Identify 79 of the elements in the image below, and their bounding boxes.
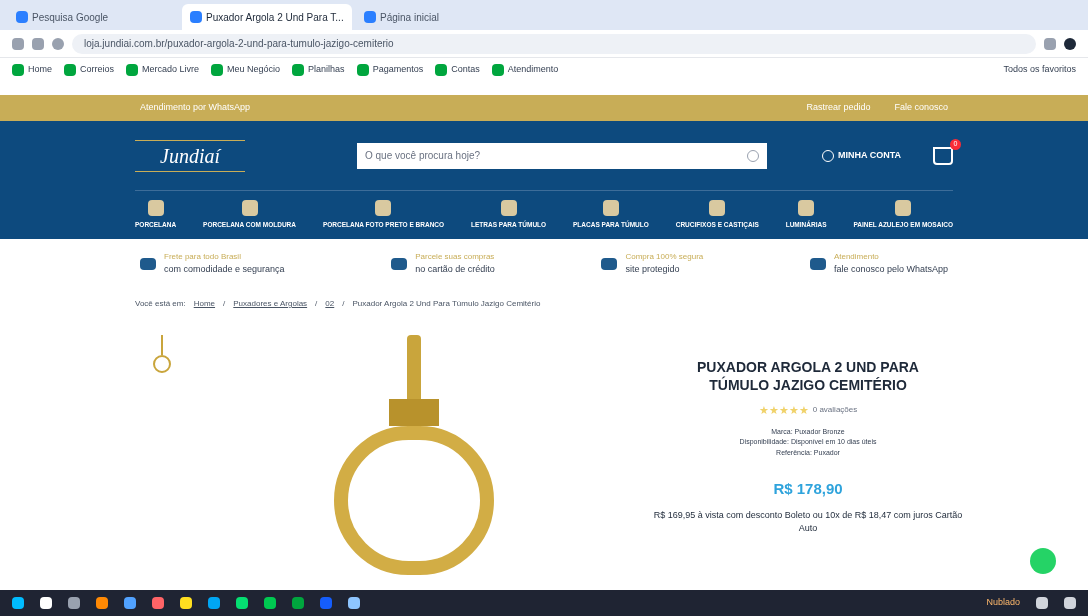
benefit-title: Parcele suas compras [415,251,495,264]
breadcrumb-prefix: Você está em: [135,298,186,310]
taskbar-app-icon [320,597,332,609]
other-bookmarks[interactable]: Todos os favoritos [1003,63,1076,77]
benefit-title: Atendimento [833,251,880,264]
taskbar-app-icon [236,597,248,609]
taskbar-app-icon [40,597,52,609]
whatsapp-button[interactable] [1030,548,1056,574]
breadcrumb-link[interactable]: Puxadores e Argolas [233,298,308,310]
bookmark[interactable]: Contas [435,63,480,77]
taskbar-app-icon [96,597,108,609]
bookmark-icon [292,64,305,76]
category-icon [709,200,726,217]
benefit-text: no cartão de crédito [415,263,495,277]
logo[interactable]: Jundiaí [135,139,245,172]
breadcrumb-current: Puxador Argola 2 Und Para Túmulo Jazigo Cemitério [352,298,541,310]
breadcrumb-separator: / [315,298,318,310]
benefit-text: fale conosco pelo WhatsApp [833,263,948,277]
taskbar-app-icon [152,597,164,609]
address-bar[interactable]: loja.jundiai.com.br/puxador-argola-2-und-para-tumulo-jazigo-cemiterio [72,33,1036,54]
breadcrumb-link[interactable]: 02 [325,298,335,310]
benefit-icon [809,258,826,270]
bookmark-icon [356,64,369,76]
network-icon [1036,597,1048,609]
category-icon [602,200,619,217]
taskbar-app-icon [68,597,80,609]
account-link[interactable]: MINHA CONTA [822,148,901,163]
benefit-text: site protegido [625,263,681,277]
page-icon [190,11,202,23]
taskbar-app-icon [348,597,360,609]
bookmark[interactable]: Atendimento [491,63,559,77]
bookmark-icon [435,64,448,76]
bookmark-icon [491,64,504,76]
page-icon [16,11,28,23]
product-title: PUXADOR ARGOLA 2 UND PARA TÚMULO JAZIGO CEMITÉRIO [696,359,920,394]
star-rating: ★★★★★ [758,403,809,418]
topbar-text: Atendimento por WhatsApp [140,101,251,115]
taskbar-app-icon [124,597,136,609]
breadcrumb-link[interactable]: Home [193,298,216,310]
breadcrumb-separator: / [223,298,226,310]
bookmark[interactable]: Pagamentos [356,63,424,77]
installments: R$ 169,95 à vista com desconto Boleto ou 10x de R$ 18,47 com juros Cartão Auto [652,508,964,535]
category-icon [241,200,258,217]
bookmark-icon [12,64,24,76]
taskbar-app-icon [264,597,276,609]
taskbar-app-icon [12,597,24,609]
bookmark[interactable]: Home [12,63,52,77]
bookmark[interactable]: Planilhas [292,63,345,77]
page-icon [364,11,376,23]
category-icon [147,200,164,217]
benefit-icon [391,258,408,270]
review-count: 0 avaliações [812,404,858,417]
bookmark[interactable]: Mercado Livre [126,63,200,77]
weather-text: Nublado [986,596,1020,610]
benefit-title: Frete para todo Brasil [164,251,242,264]
category-icon [895,200,912,217]
browser-tab[interactable]: Página inicial [356,4,526,30]
benefit-text: com comodidade e segurança [164,263,285,277]
bookmark-icon [211,64,224,76]
benefit-icon [140,258,156,270]
benefit-title: Compra 100% segura [625,251,704,264]
taskbar-app-icon [180,597,192,609]
browser-tab[interactable]: Puxador Argola 2 Und Para T... [182,4,352,30]
browser-tab[interactable]: Pesquisa Google [8,4,178,30]
category-icon [375,200,392,217]
profile-icon [1064,37,1076,50]
taskbar-app-icon [292,597,304,609]
taskbar-app-icon [208,597,220,609]
price: R$ 178,90 [773,479,843,499]
search-field[interactable]: O que você procura hoje? [357,142,767,169]
breadcrumb-separator: / [342,298,345,310]
bookmark-icon [64,64,76,76]
volume-icon [1064,597,1076,609]
category-icon [798,200,815,217]
benefit-icon [601,258,618,270]
bookmark-icon [126,64,139,76]
bookmark[interactable]: Meu Negócio [211,63,281,77]
bookmark[interactable]: Correios [64,63,115,77]
category-icon [500,200,517,217]
